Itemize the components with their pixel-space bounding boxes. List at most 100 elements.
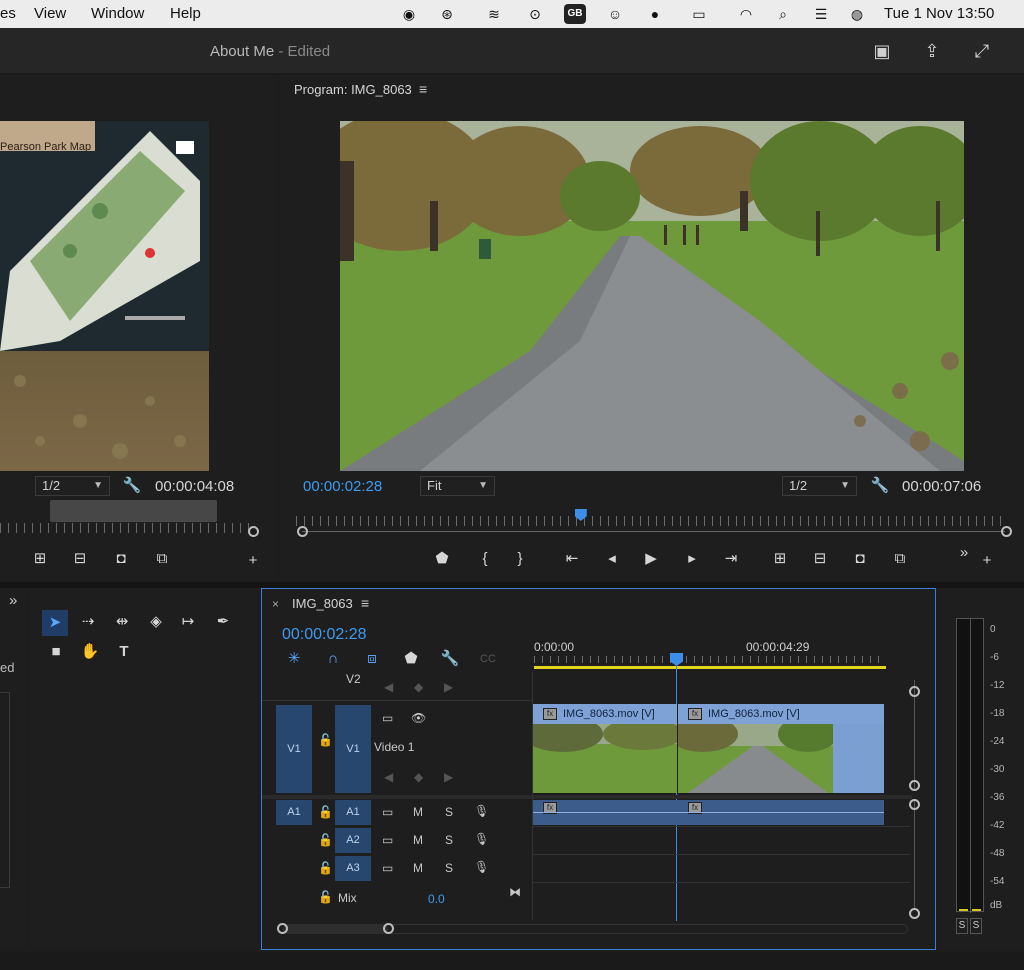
insert-icon[interactable]: ⊞ (30, 549, 50, 569)
work-area-bar[interactable] (534, 666, 886, 669)
siri-icon[interactable]: ◍ (847, 4, 867, 24)
video-scroll-handle-bottom[interactable] (909, 780, 920, 791)
mute-a1[interactable]: M (413, 805, 423, 819)
keyframe-add-icon[interactable]: ◆ (414, 680, 423, 694)
captions-icon[interactable]: CC (478, 649, 498, 669)
eye-icon[interactable]: 👁 (411, 711, 426, 725)
add-marker-icon[interactable]: ⬟ (432, 549, 452, 569)
video-audio-divider[interactable] (262, 795, 912, 799)
creative-cloud-icon[interactable]: ◉ (399, 4, 419, 24)
accessibility-icon[interactable]: ☺ (605, 4, 625, 24)
sync-lock-off-icon[interactable]: ▭ (382, 805, 393, 819)
snap-magnet-icon[interactable]: ∩ (323, 649, 343, 669)
keyframe-add-icon[interactable]: ◆ (414, 770, 423, 784)
source-zoom-scrollbar[interactable] (50, 500, 217, 522)
microphone-icon[interactable]: 🎙 (474, 832, 489, 846)
linked-selection-icon[interactable]: ⧈ (362, 649, 382, 669)
keyframe-prev-icon[interactable]: ◀ (384, 680, 393, 694)
solo-a1[interactable]: S (445, 805, 453, 819)
mark-out-icon[interactable]: } (510, 549, 530, 569)
quick-actions-icon[interactable]: ▣ (871, 40, 893, 62)
extract-icon[interactable]: ⊟ (810, 549, 830, 569)
panel-expand-icon[interactable]: » (9, 592, 17, 609)
play-icon[interactable]: ▶ (641, 549, 661, 569)
lock-icon[interactable]: 🔓 (318, 890, 333, 904)
lock-icon[interactable]: 🔓 (318, 733, 333, 747)
flow-icon[interactable]: ≋ (484, 4, 504, 24)
fullscreen-icon[interactable]: ⤢ (971, 40, 993, 62)
control-center-icon[interactable]: ☰ (811, 4, 831, 24)
program-zoom-start-handle[interactable] (297, 526, 308, 537)
search-icon[interactable]: ⌕ (773, 4, 793, 24)
add-button-icon[interactable]: + (243, 551, 263, 571)
lock-icon[interactable]: 🔓 (318, 861, 333, 875)
timeline-tab[interactable]: IMG_8063 (292, 596, 353, 611)
solo-left-button[interactable]: S (956, 918, 968, 934)
timeline-timecode[interactable]: 00:00:02:28 (282, 626, 367, 644)
audio-clip-a1[interactable]: fx fx (533, 800, 884, 825)
mix-volume-value[interactable]: 0.0 (428, 892, 445, 906)
step-forward-icon[interactable]: ▸ (682, 549, 702, 569)
menubar-clock[interactable]: Tue 1 Nov 13:50 (884, 5, 994, 22)
slip-tool-icon[interactable]: ↦ (178, 612, 198, 632)
insert-overwrite-icon[interactable]: ✳ (284, 649, 304, 669)
camera-icon[interactable]: ◘ (850, 549, 870, 569)
audio-scroll-handle-top[interactable] (909, 799, 920, 810)
keyframe-next-icon[interactable]: ▶ (444, 680, 453, 694)
source-settings-wrench-icon[interactable]: 🔧 (122, 476, 142, 496)
sync-lock-icon[interactable]: ▭ (382, 711, 393, 725)
track-select-tool-icon[interactable]: ⇢ (78, 612, 98, 632)
video-scroll-handle-top[interactable] (909, 686, 920, 697)
add-marker-icon[interactable]: ⬟ (401, 649, 421, 669)
overwrite-icon[interactable]: ⊟ (70, 549, 90, 569)
panel-menu-icon[interactable]: ≡ (361, 595, 369, 611)
ripple-edit-tool-icon[interactable]: ⇹ (112, 612, 132, 632)
audio-scroll-handle-bottom[interactable] (909, 908, 920, 919)
timeline-zoom-end-handle[interactable] (383, 923, 394, 934)
source-time-ruler[interactable] (0, 523, 250, 533)
program-resolution-select[interactable]: 1/2 ▼ (782, 476, 857, 496)
camera-icon[interactable]: ◘ (111, 549, 131, 569)
solo-right-button[interactable]: S (970, 918, 982, 934)
add-button-icon[interactable]: + (977, 551, 997, 571)
battery-icon[interactable]: ▭ (686, 4, 712, 24)
source-patch-a1[interactable]: A1 (276, 800, 312, 825)
timeline-scroll-thumb[interactable] (283, 924, 388, 934)
track-a2-target[interactable]: A2 (335, 828, 371, 853)
more-icon[interactable]: » (954, 543, 974, 563)
solo-a2[interactable]: S (445, 833, 453, 847)
menu-item-edit-partial[interactable]: es (0, 5, 16, 22)
source-patch-v1[interactable]: V1 (276, 705, 312, 793)
menu-item-view[interactable]: View (34, 5, 66, 22)
program-time-ruler[interactable] (296, 516, 1008, 526)
mute-a3[interactable]: M (413, 861, 423, 875)
mix-end-icon[interactable]: ⧓ (509, 885, 521, 899)
menu-item-help[interactable]: Help (170, 5, 201, 22)
keyframe-next-icon[interactable]: ▶ (444, 770, 453, 784)
panel-menu-icon[interactable]: ≡ (419, 81, 427, 97)
keyframe-prev-icon[interactable]: ◀ (384, 770, 393, 784)
source-zoom-handle[interactable] (248, 526, 259, 537)
program-fit-select[interactable]: Fit ▼ (420, 476, 495, 496)
video-clip-1[interactable]: IMG_8063.mov [V] fx (533, 704, 677, 793)
share-icon[interactable]: ⇪ (921, 40, 943, 62)
solo-a3[interactable]: S (445, 861, 453, 875)
lock-icon[interactable]: 🔓 (318, 805, 333, 819)
source-resolution-select[interactable]: 1/2 ▼ (35, 476, 110, 496)
track-v1-name[interactable]: Video 1 (374, 740, 414, 754)
go-to-in-icon[interactable]: ⇤ (562, 549, 582, 569)
go-to-out-icon[interactable]: ⇥ (721, 549, 741, 569)
program-title[interactable]: Program: IMG_8063 (294, 82, 412, 97)
video-clip-2[interactable]: IMG_8063.mov [V] fx (678, 704, 884, 793)
microphone-icon[interactable]: 🎙 (474, 804, 489, 818)
program-settings-wrench-icon[interactable]: 🔧 (870, 476, 890, 496)
type-tool-icon[interactable]: T (114, 642, 134, 662)
rectangle-tool-icon[interactable]: ■ (46, 642, 66, 662)
step-back-icon[interactable]: ◂ (602, 549, 622, 569)
razor-tool-icon[interactable]: ◈ (146, 612, 166, 632)
timeline-zoom-start-handle[interactable] (277, 923, 288, 934)
lift-icon[interactable]: ⊞ (770, 549, 790, 569)
keyboard-gb-icon[interactable]: GB (564, 4, 586, 24)
mark-in-icon[interactable]: { (475, 549, 495, 569)
cc-libraries-icon[interactable]: ⊛ (437, 4, 457, 24)
